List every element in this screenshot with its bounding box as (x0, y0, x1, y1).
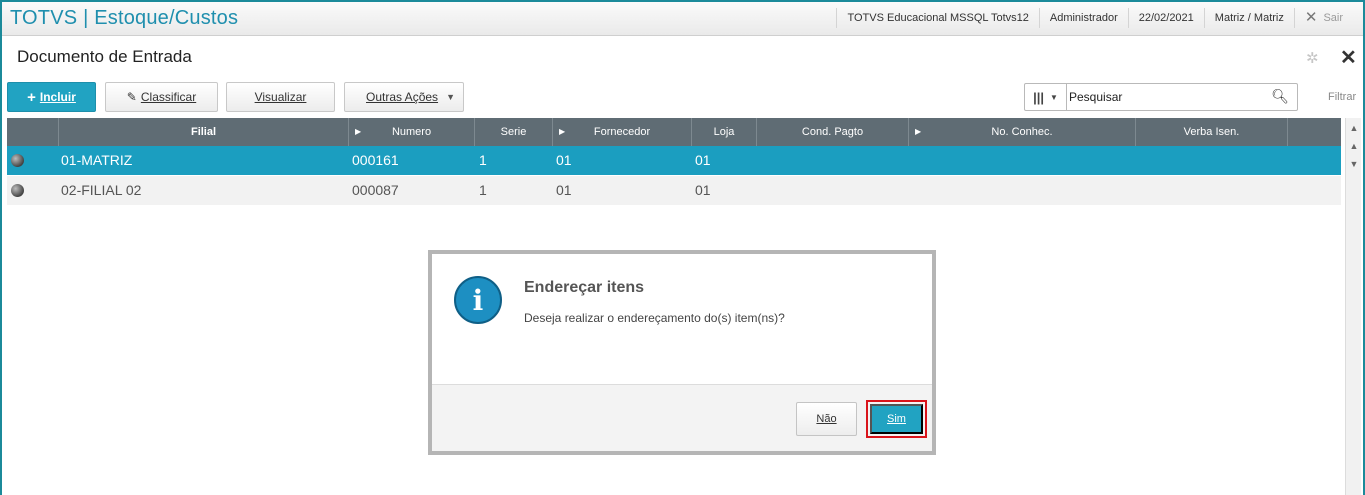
info-icon: i (454, 276, 502, 324)
cell-serie: 1 (479, 182, 487, 198)
incluir-label: Incluir (39, 90, 76, 104)
chevron-down-icon: ▼ (446, 92, 455, 102)
column-header-numero[interactable]: ▶ Numero (349, 118, 475, 146)
close-icon: ✕ (1304, 9, 1318, 26)
visualizar-label: Visualizar (254, 90, 307, 104)
classificar-label: Classificar (140, 90, 197, 104)
column-header-filial[interactable]: Filial (59, 118, 349, 146)
no-button[interactable]: Não (796, 402, 857, 436)
chevron-down-icon: ▼ (1050, 92, 1058, 102)
table-row[interactable]: 02-FILIAL 02 000087 1 01 01 (7, 176, 1341, 205)
yes-button[interactable]: Sim (870, 404, 923, 434)
exit-button[interactable]: ✕ Sair (1293, 8, 1365, 28)
page-title: Documento de Entrada (17, 47, 192, 66)
cell-filial: 01-MATRIZ (61, 152, 133, 168)
column-header-serie[interactable]: Serie (475, 118, 553, 146)
column-header-no-conhec-label: No. Conhec. (991, 126, 1053, 138)
branch-label[interactable]: Matriz / Matriz (1203, 8, 1294, 28)
dialog-frame: i Endereçar itens Deseja realizar o ende… (428, 250, 936, 455)
close-page-icon[interactable]: ✕ (1340, 45, 1357, 70)
play-icon: ▶ (355, 127, 362, 136)
cell-numero: 000087 (352, 182, 399, 198)
visualizar-button[interactable]: Visualizar (226, 82, 335, 112)
cell-loja: 01 (695, 152, 711, 168)
scroll-up-icon[interactable]: ▲ (1347, 138, 1361, 154)
date-label: 22/02/2021 (1127, 8, 1204, 28)
column-header-loja[interactable]: Loja (692, 118, 757, 146)
cell-serie: 1 (479, 152, 487, 168)
search-icon[interactable]: 🔍︎ (1271, 88, 1289, 105)
filter-link[interactable]: Filtrar (1328, 91, 1356, 103)
status-dot-icon (11, 184, 24, 197)
top-bar: TOTVS | Estoque/Custos TOTVS Educacional… (0, 0, 1365, 36)
cell-filial: 02-FILIAL 02 (61, 182, 142, 198)
play-icon: ▶ (559, 127, 566, 136)
scroll-top-icon[interactable]: ▲ (1347, 120, 1361, 136)
scroll-down-icon[interactable]: ▼ (1347, 156, 1361, 172)
outras-acoes-button[interactable]: Outras Ações ▼ (344, 82, 464, 112)
cell-numero: 000161 (352, 152, 399, 168)
app-title: TOTVS | Estoque/Custos (10, 7, 239, 29)
vertical-scrollbar[interactable]: ▲ ▲ ▼ (1345, 118, 1361, 495)
column-selector[interactable]: ||| ▼ (1025, 84, 1067, 110)
dialog-title: Endereçar itens (524, 279, 645, 296)
top-info: TOTVS Educacional MSSQL Totvs12 Administ… (836, 0, 1365, 36)
column-header-fornecedor[interactable]: ▶ Fornecedor (553, 118, 692, 146)
columns-icon: ||| (1033, 89, 1044, 105)
search-input[interactable] (1069, 87, 1269, 107)
dialog-message: Deseja realizar o endereçamento do(s) it… (524, 311, 785, 325)
outras-acoes-label: Outras Ações (366, 90, 439, 104)
column-header-fornecedor-label: Fornecedor (593, 126, 651, 138)
cell-loja: 01 (695, 182, 711, 198)
exit-label: Sair (1323, 12, 1343, 24)
column-header-cond-pagto[interactable]: Cond. Pagto (757, 118, 909, 146)
plus-icon: + (27, 88, 36, 106)
confirm-dialog: i Endereçar itens Deseja realizar o ende… (432, 254, 932, 451)
play-icon: ▶ (915, 127, 922, 136)
yes-button-highlight: Sim (866, 400, 927, 438)
table-row[interactable]: 01-MATRIZ 000161 1 01 01 (7, 146, 1341, 175)
environment-label: TOTVS Educacional MSSQL Totvs12 (836, 8, 1038, 28)
gear-icon[interactable]: ✲ (1306, 49, 1319, 67)
user-label: Administrador (1038, 8, 1128, 28)
dialog-footer: Não Sim (432, 384, 932, 451)
column-header-numero-label: Numero (391, 126, 432, 138)
incluir-button[interactable]: + Incluir (7, 82, 96, 112)
cell-fornecedor: 01 (556, 152, 572, 168)
pencil-icon: ✎ (126, 90, 137, 104)
column-header-no-conhec[interactable]: ▶ No. Conhec. (909, 118, 1136, 146)
status-dot-icon (11, 154, 24, 167)
grid-header: Filial ▶ Numero Serie ▶ Fornecedor Loja … (7, 118, 1341, 146)
column-header-verba-isen[interactable]: Verba Isen. (1136, 118, 1288, 146)
cell-fornecedor: 01 (556, 182, 572, 198)
classificar-button[interactable]: ✎ Classificar (105, 82, 218, 112)
search-box: ||| ▼ 🔍︎ (1024, 83, 1298, 111)
status-column-header (7, 118, 59, 146)
